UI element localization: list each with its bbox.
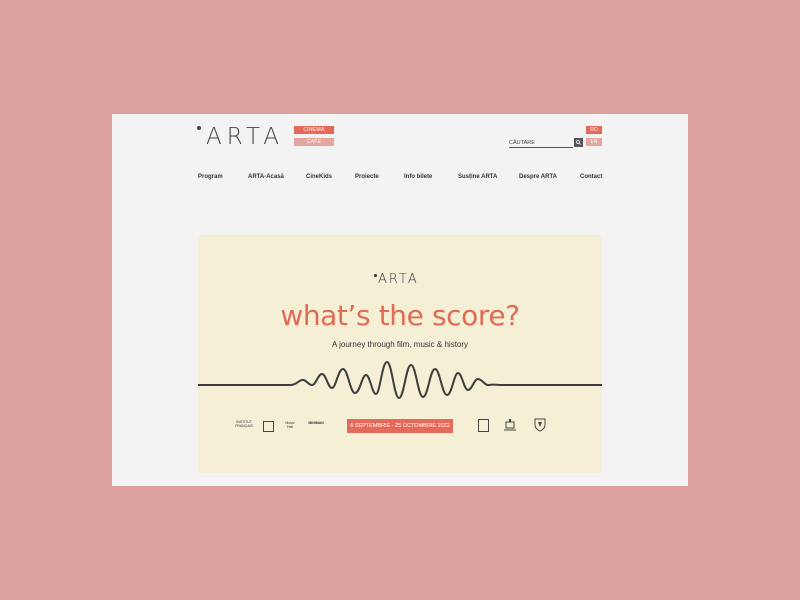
cinema-tab[interactable]: CINEMA — [294, 126, 334, 134]
banner-title: what’s the score? — [280, 299, 520, 332]
cafe-tab[interactable]: CAFE — [294, 138, 334, 146]
nav-cinekids[interactable]: CineKids — [306, 174, 332, 180]
event-dates-badge: 6 SEPTEMBRIE - 25 OCTOMBRIE 2022 — [347, 419, 453, 433]
sound-wave-graphic — [198, 361, 602, 400]
website-frame: ARTA CINEMA CAFE CĂUTARE RO EN Program A… — [112, 114, 688, 486]
hero-banner[interactable]: ARTA what’s the score? A journey through… — [198, 235, 602, 473]
nav-despre-arta[interactable]: Despre ARTA — [519, 174, 557, 180]
nav-proiecte[interactable]: Proiecte — [355, 174, 379, 180]
nav-arta-acasa[interactable]: ARTA-Acasă — [248, 174, 284, 180]
search-input[interactable]: CĂUTARE — [509, 139, 573, 148]
partner-logo-box — [263, 421, 274, 432]
nav-sustine-arta[interactable]: Susține ARTA — [458, 174, 497, 180]
banner-subtitle: A journey through film, music & history — [331, 340, 469, 349]
nav-program[interactable]: Program — [198, 174, 223, 180]
banner-logo: ARTA — [374, 272, 419, 287]
lang-en-button[interactable]: EN — [586, 138, 602, 146]
miniman-logo: MINIMAN — [308, 421, 324, 425]
search-icon — [576, 140, 581, 145]
search-button[interactable] — [574, 138, 583, 147]
nav-contact[interactable]: Contact — [580, 174, 602, 180]
arta-logo[interactable]: ARTA — [197, 122, 284, 152]
county-emblem-logo — [534, 418, 546, 432]
nav-info-bilete[interactable]: Info bilete — [404, 174, 432, 180]
lang-ro-button[interactable]: RO — [586, 126, 602, 134]
banner-logo-dot — [374, 274, 377, 277]
partner-crest-logo — [478, 419, 489, 432]
logo-dot — [197, 126, 201, 130]
town-hall-logo — [504, 419, 516, 431]
institut-francais-logo: INSTITUT FRANÇAIS — [235, 420, 253, 428]
music-hall-logo: Music Hall — [285, 421, 295, 429]
